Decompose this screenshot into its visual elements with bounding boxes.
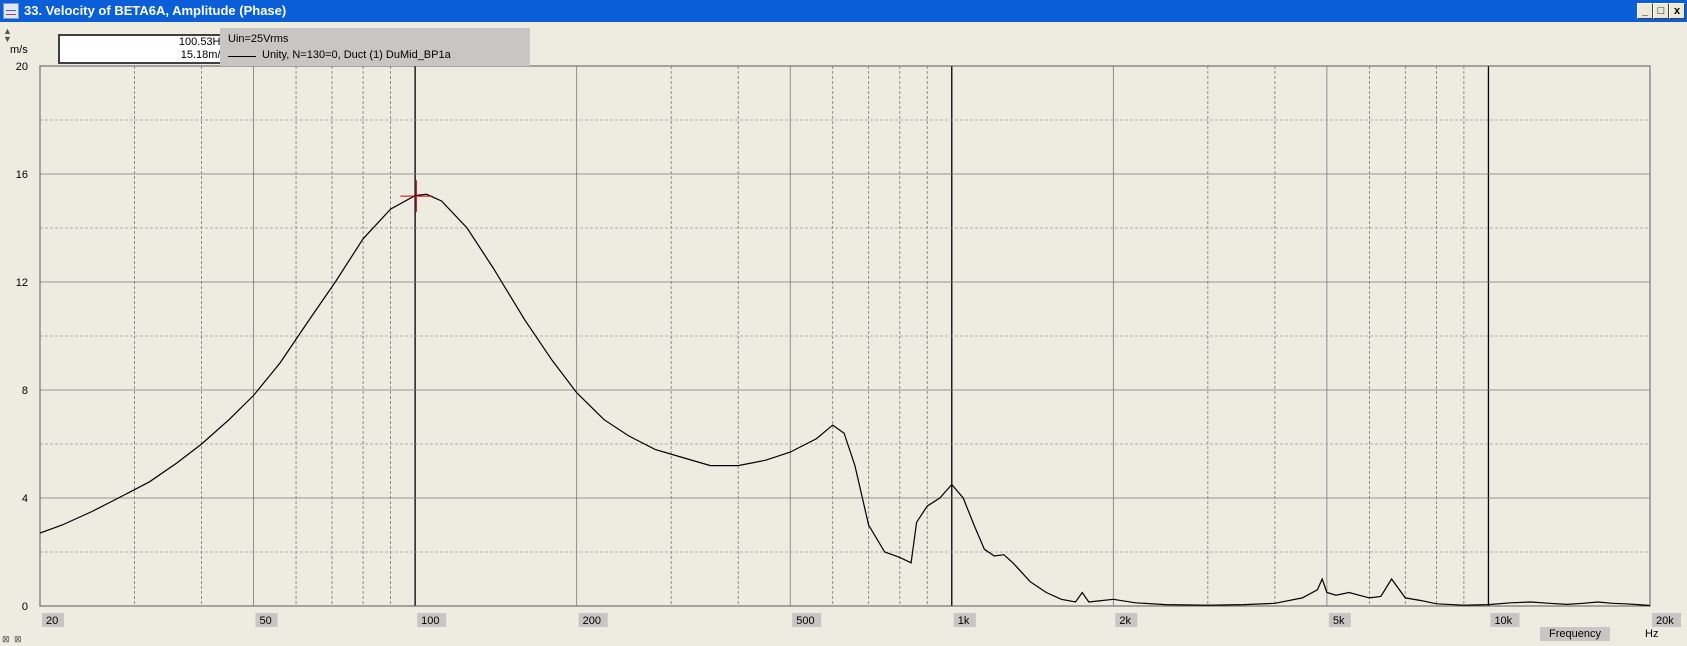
y-tick-label: 12 <box>16 277 28 289</box>
maximize-button[interactable]: □ <box>1653 3 1669 19</box>
scroll-down-icon[interactable]: ▼ <box>3 34 12 44</box>
y-axis-unit: m/s <box>10 44 28 56</box>
x-tick-label: 100 <box>421 615 439 627</box>
close-button[interactable]: x <box>1669 3 1685 19</box>
legend: Uin=25Vrms Unity, N=130=0, Duct (1) DuMi… <box>220 28 530 66</box>
cursor-value: 15.18m/s <box>180 49 226 61</box>
x-tick-label: 10k <box>1494 615 1512 627</box>
plot-area[interactable]: 0 4 8 12 16 20 20 50 100 200 500 1k 2k 5k 10k 20k <box>0 22 1687 646</box>
cursor-readout: 100.53Hz 15.18m/s <box>58 34 234 64</box>
x-tick-label: 500 <box>796 615 814 627</box>
cursor-crosshair[interactable] <box>400 180 433 213</box>
corner-zoom-icon[interactable]: ⊠ <box>2 634 10 645</box>
x-tick-label: 5k <box>1333 615 1345 627</box>
chart-window-icon[interactable] <box>3 3 19 19</box>
legend-header: Uin=25Vrms <box>228 33 289 45</box>
x-tick-label: 20k <box>1656 615 1674 627</box>
x-tick-label: 1k <box>958 615 970 627</box>
x-tick-label: 2k <box>1119 615 1131 627</box>
y-tick-label: 4 <box>22 493 28 505</box>
legend-line-swatch <box>228 56 256 57</box>
y-tick-label: 16 <box>16 169 28 181</box>
minimize-button[interactable]: _ <box>1637 3 1653 19</box>
x-tick-label: 50 <box>260 615 272 627</box>
x-axis-unit: Hz <box>1645 628 1659 640</box>
x-tick-label: 20 <box>46 615 58 627</box>
velocity-chart[interactable]: 0 4 8 12 16 20 20 50 100 200 500 1k 2k 5k 10k 20k <box>0 22 1687 646</box>
corner-close-icon[interactable]: ⊠ <box>14 634 22 645</box>
y-tick-label: 0 <box>22 601 28 613</box>
cursor-frequency: 100.53Hz <box>178 36 226 48</box>
x-tick-label: 200 <box>583 615 601 627</box>
legend-entry: Unity, N=130=0, Duct (1) DuMid_BP1a <box>262 49 451 61</box>
title-bar: 33. Velocity of BETA6A, Amplitude (Phase… <box>0 0 1687 22</box>
window-title: 33. Velocity of BETA6A, Amplitude (Phase… <box>24 3 287 18</box>
y-tick-label: 20 <box>16 61 28 73</box>
velocity-curve <box>39 193 1651 607</box>
x-axis-name: Frequency <box>1540 627 1610 641</box>
y-tick-label: 8 <box>22 385 28 397</box>
